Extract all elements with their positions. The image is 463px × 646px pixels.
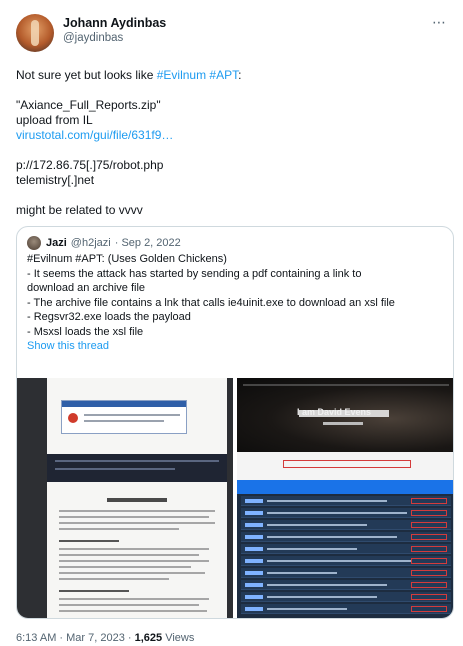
- user-handle[interactable]: @jaydinbas: [63, 31, 166, 46]
- ioc-url: p://172.86.75[.]75/robot.php: [16, 158, 164, 172]
- quoted-avatar: [27, 235, 41, 250]
- avatar[interactable]: [16, 14, 54, 52]
- show-thread-link[interactable]: Show this thread: [27, 340, 109, 352]
- upload-source: upload from IL: [16, 113, 93, 127]
- views-count: 1,625: [134, 632, 163, 644]
- tweet-line1-prefix: Not sure yet but looks like: [16, 68, 157, 82]
- tweet-footer: 6:13 AM · Mar 7, 2023 · 1,625 Views: [16, 632, 194, 645]
- hashtag-links[interactable]: #Evilnum #APT: [157, 68, 238, 82]
- author-names[interactable]: Johann Aydinbas @jaydinbas: [63, 16, 166, 46]
- related-note: might be related to vvvv: [16, 203, 143, 217]
- tweet-header: Johann Aydinbas @jaydinbas ⋯: [16, 14, 447, 54]
- display-name[interactable]: Johann Aydinbas: [63, 16, 166, 31]
- ioc-domain: telemistry[.]net: [16, 173, 95, 187]
- highlight-box: [283, 460, 411, 468]
- virustotal-link[interactable]: virustotal.com/gui/file/631f9…: [16, 128, 173, 142]
- views-label: Views: [162, 632, 195, 644]
- media-right-heading: I am David Evens: [297, 407, 372, 417]
- quoted-tweet[interactable]: Jazi @h2jazi · Sep 2, 2022 #Evilnum #APT…: [16, 226, 454, 619]
- quoted-handle: @h2jazi: [70, 236, 111, 249]
- quoted-display-name: Jazi: [46, 236, 67, 249]
- error-icon: [68, 413, 78, 423]
- media-image-website[interactable]: I am David Evens: [237, 378, 453, 618]
- media-image-document[interactable]: [17, 378, 233, 618]
- tweet-line1-suffix: :: [238, 68, 242, 82]
- quoted-media: I am David Evens: [17, 378, 453, 618]
- more-options-icon[interactable]: ⋯: [432, 15, 447, 29]
- quoted-line: - Msxsl loads the xsl file: [27, 325, 144, 338]
- quoted-line: - Regsvr32.exe loads the payload: [27, 311, 191, 323]
- website-blue-bar: [237, 480, 453, 494]
- error-dialog: [61, 400, 187, 434]
- tweet-text: Not sure yet but looks like #Evilnum #AP…: [16, 68, 447, 218]
- document-header-band: [47, 454, 227, 482]
- network-log-list: [237, 496, 453, 618]
- archive-filename: "Axiance_Full_Reports.zip": [16, 98, 161, 112]
- quoted-line: download an archive file: [27, 282, 146, 294]
- document-title: [107, 498, 167, 502]
- timestamp[interactable]: 6:13 AM · Mar 7, 2023 ·: [16, 632, 135, 644]
- quoted-line: #Evilnum #APT: (Uses Golden Chickens): [27, 253, 227, 265]
- quoted-line: - The archive file contains a lnk that c…: [27, 296, 395, 309]
- document-page: [47, 378, 227, 618]
- quoted-tweet-header: Jazi @h2jazi · Sep 2, 2022: [17, 227, 453, 250]
- website-strip: [237, 452, 453, 480]
- quoted-tweet-text: #Evilnum #APT: (Uses Golden Chickens) - …: [17, 249, 453, 354]
- quoted-line: - It seems the attack has started by sen…: [27, 267, 362, 280]
- quoted-date: · Sep 2, 2022: [114, 236, 181, 249]
